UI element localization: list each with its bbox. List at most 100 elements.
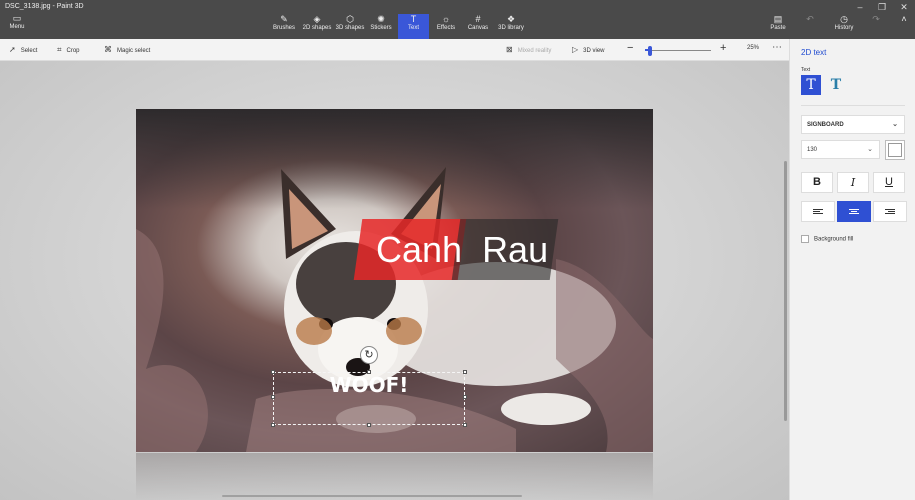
align-right-button[interactable] [873, 201, 907, 222]
tool-label: Paste [770, 25, 786, 31]
3d-text-icon: T [830, 77, 842, 93]
undo-button[interactable]: ↶ [800, 14, 820, 38]
vertical-scrollbar[interactable] [784, 161, 787, 421]
2d-text-button[interactable]: T [801, 75, 821, 95]
tool-effects[interactable]: ☼ Effects [435, 14, 457, 38]
tool-canvas[interactable]: # Canvas [466, 14, 490, 38]
menu-icon: ▭ [12, 13, 22, 23]
crop-icon: ⌗ [57, 45, 62, 54]
3d-view-label: 3D view [583, 48, 605, 54]
italic-button[interactable]: I [837, 172, 869, 193]
align-center-icon [849, 208, 859, 215]
3d-library-icon: ❖ [506, 14, 516, 24]
zoom-slider-thumb[interactable] [648, 46, 653, 56]
font-size-select[interactable]: 130 ⌄ [801, 140, 880, 159]
resize-handle[interactable] [463, 370, 467, 374]
more-options-button[interactable]: ⋯ [772, 42, 782, 53]
magic-select-button[interactable]: ⌘ Magic select [104, 45, 150, 54]
tool-label: Text [407, 25, 419, 31]
tool-label: Effects [436, 25, 456, 31]
select-button[interactable]: ➚ Select [9, 45, 37, 54]
underline-button[interactable]: U [873, 172, 905, 193]
tool-history[interactable]: ◷ History [830, 14, 858, 38]
maximize-button[interactable]: ❐ [872, 2, 892, 13]
background-fill-label: Background fill [814, 236, 854, 243]
select-label: Select [20, 48, 38, 54]
bold-button[interactable]: B [801, 172, 833, 193]
tool-brushes[interactable]: ✎ Brushes [272, 14, 296, 38]
tool-label: Canvas [467, 25, 489, 31]
background-fill-option[interactable]: Background fill [801, 235, 853, 243]
resize-handle[interactable] [271, 395, 275, 399]
mixed-reality-button[interactable]: ⊠ Mixed reality [506, 45, 551, 54]
3d-text-button[interactable]: T [826, 75, 846, 95]
tool-label: Brushes [272, 25, 295, 31]
resize-handle[interactable] [463, 395, 467, 399]
photo-reflection [136, 453, 653, 500]
tool-label: 3D shapes [335, 25, 365, 31]
tool-label: 2D shapes [302, 25, 332, 31]
font-family-value: SIGNBOARD [807, 122, 844, 128]
window-title: DSC_3138.jpg - Paint 3D [5, 3, 84, 10]
resize-handle[interactable] [367, 423, 371, 427]
chevron-up-icon: ˄ [901, 14, 907, 24]
chevron-down-icon: ⌄ [892, 121, 898, 128]
zoom-level[interactable]: 25% [747, 45, 759, 51]
watermark-left-text: Canh [376, 229, 463, 270]
crop-label: Crop [66, 48, 80, 54]
canvas-icon: # [475, 14, 481, 24]
tool-text[interactable]: T Text [398, 14, 429, 39]
watermark-text: Canh Rau [376, 229, 548, 271]
magic-select-icon: ⌘ [104, 45, 112, 54]
3d-view-button[interactable]: ▷ 3D view [572, 45, 605, 54]
minimize-button[interactable]: – [850, 2, 870, 12]
zoom-out-button[interactable]: − [627, 42, 633, 54]
resize-handle[interactable] [367, 370, 371, 374]
3d-view-icon: ▷ [572, 45, 579, 54]
resize-handle[interactable] [271, 423, 275, 427]
align-left-icon [813, 208, 823, 215]
align-right-icon [885, 208, 895, 215]
2d-shapes-icon: ◈ [313, 14, 321, 24]
crop-button[interactable]: ⌗ Crop [57, 45, 80, 55]
watermark-right-text: Rau [482, 229, 549, 270]
close-button[interactable]: ✕ [894, 2, 914, 13]
panel-title: 2D text [801, 48, 827, 57]
zoom-slider[interactable] [645, 46, 711, 56]
background-fill-checkbox[interactable] [801, 235, 809, 243]
text-properties-panel: 2D text Text T T SIGNBOARD ⌄ 130 ⌄ B I U… [789, 39, 915, 500]
effects-icon: ☼ [441, 14, 451, 24]
zoom-in-button[interactable]: + [720, 42, 726, 54]
panel-divider [801, 105, 905, 106]
align-left-button[interactable] [801, 201, 835, 222]
menu-button[interactable]: ▭ Menu [0, 13, 34, 37]
cursor-icon: ➚ [9, 45, 16, 54]
stickers-icon: ✺ [377, 14, 385, 24]
canvas-workspace[interactable]: Canh Rau ↻ WOOF! [0, 61, 789, 500]
undo-icon: ↶ [806, 14, 814, 24]
redo-button[interactable]: ↷ [866, 14, 886, 38]
text-color-swatch[interactable] [885, 140, 905, 160]
collapse-ribbon-button[interactable]: ˄ [896, 14, 912, 38]
menu-label: Menu [9, 24, 25, 30]
tool-3d-library[interactable]: ❖ 3D library [496, 14, 526, 38]
tool-paste[interactable]: ▤ Paste [767, 14, 789, 38]
magic-select-label: Magic select [117, 48, 151, 54]
font-family-select[interactable]: SIGNBOARD ⌄ [801, 115, 905, 134]
tool-2d-shapes[interactable]: ◈ 2D shapes [302, 14, 332, 38]
mixed-reality-label: Mixed reality [517, 48, 552, 54]
brush-icon: ✎ [280, 14, 288, 24]
title-ribbon-bar: DSC_3138.jpg - Paint 3D – ❐ ✕ ▭ Menu ✎ B… [0, 0, 915, 39]
font-size-value: 130 [807, 147, 818, 153]
tool-3d-shapes[interactable]: ⬡ 3D shapes [335, 14, 365, 38]
text-selection-box[interactable] [271, 370, 467, 427]
horizontal-scrollbar[interactable] [222, 495, 522, 497]
tool-stickers[interactable]: ✺ Stickers [369, 14, 393, 38]
chevron-down-icon: ⌄ [867, 146, 873, 153]
resize-handle[interactable] [271, 370, 275, 374]
resize-handle[interactable] [463, 423, 467, 427]
rotate-handle-icon[interactable]: ↻ [360, 346, 378, 364]
history-icon: ◷ [840, 14, 848, 24]
3d-shapes-icon: ⬡ [346, 14, 354, 24]
align-center-button[interactable] [837, 201, 871, 222]
